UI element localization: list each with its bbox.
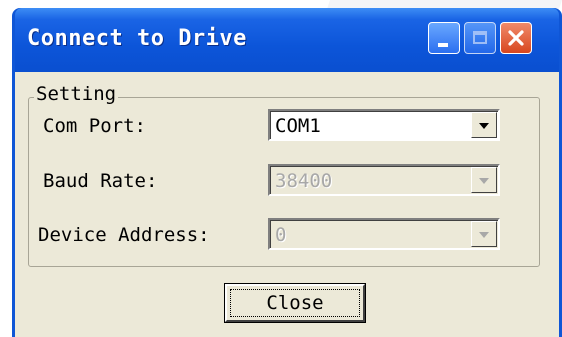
device-address-select[interactable]: 0: [268, 218, 500, 250]
chevron-down-icon[interactable]: [471, 112, 497, 138]
device-address-value: 0: [275, 224, 287, 246]
maximize-icon[interactable]: [464, 22, 496, 54]
settings-group-legend: Setting: [34, 83, 119, 105]
title-bar[interactable]: Connect to Drive: [15, 8, 559, 72]
com-port-select[interactable]: COM1: [268, 109, 500, 141]
dialog-window: Connect to Drive Setting Com Port: COM1 …: [12, 8, 562, 337]
window-title: Connect to Drive: [27, 26, 247, 51]
close-icon[interactable]: [500, 22, 532, 54]
baud-rate-value: 38400: [275, 170, 333, 192]
chevron-down-icon[interactable]: [471, 167, 497, 193]
close-button[interactable]: Close: [225, 284, 365, 322]
baud-rate-select[interactable]: 38400: [268, 164, 500, 196]
close-button-label: Close: [266, 292, 324, 314]
baud-rate-label: Baud Rate:: [43, 170, 158, 192]
dialog-client-area: Setting Com Port: COM1 Baud Rate: 38400 …: [15, 72, 559, 337]
com-port-label: Com Port:: [43, 115, 146, 137]
chevron-down-icon[interactable]: [471, 221, 497, 247]
minimize-icon[interactable]: [428, 22, 460, 54]
device-address-label: Device Address:: [38, 224, 210, 246]
com-port-value: COM1: [275, 115, 321, 137]
